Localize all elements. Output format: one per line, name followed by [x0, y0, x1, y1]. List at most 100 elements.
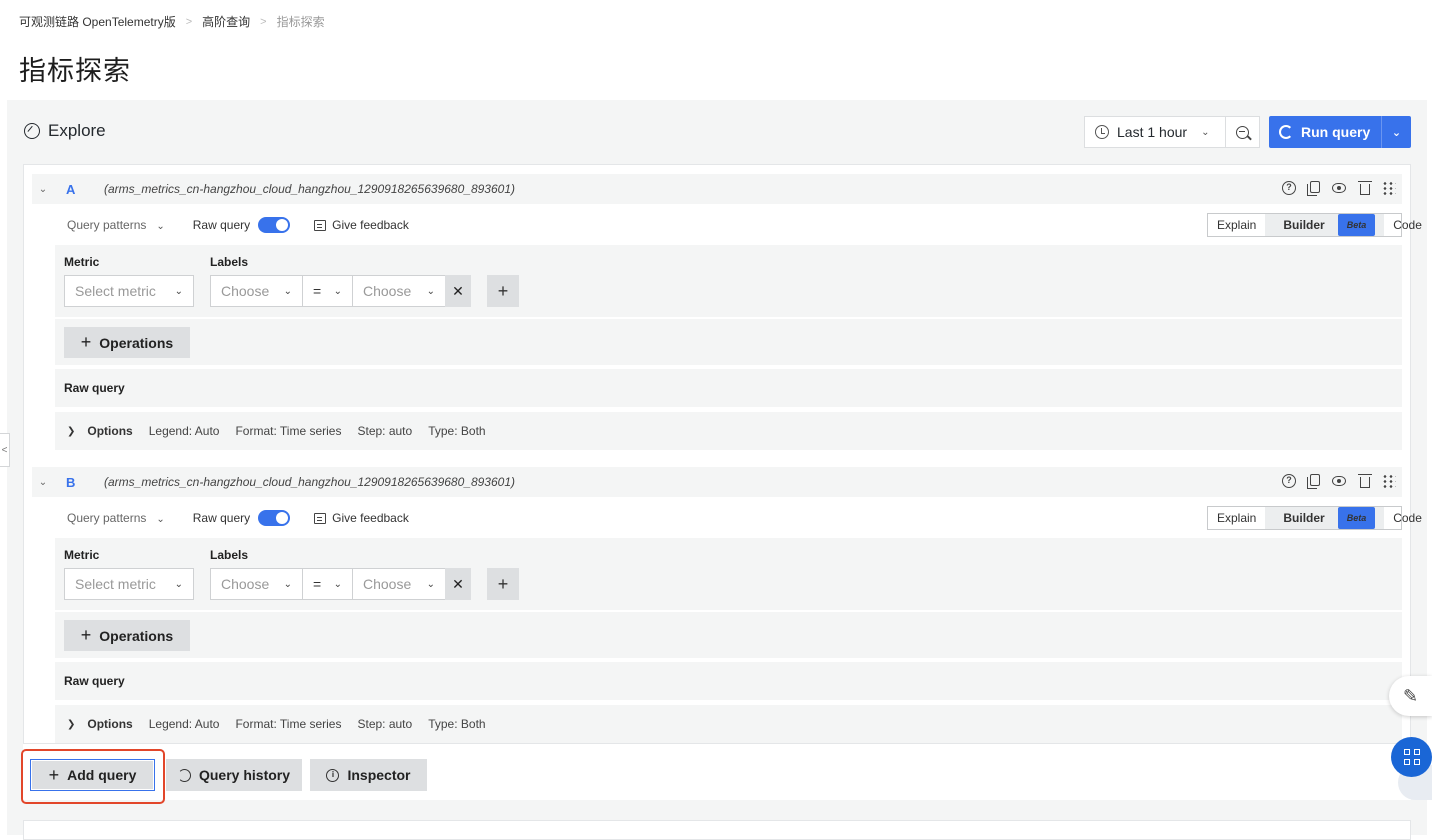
raw-query-section-a: Raw query — [55, 369, 1402, 407]
raw-query-section-b: Raw query — [55, 662, 1402, 700]
metric-select[interactable]: Select metric ⌄ — [64, 275, 194, 307]
options-title: Options — [87, 717, 133, 731]
edit-floating-button[interactable]: ✎ — [1389, 676, 1432, 716]
give-feedback-link[interactable]: Give feedback — [332, 218, 409, 232]
breadcrumb-item-current: 指标探索 — [276, 15, 325, 29]
eye-icon[interactable] — [1332, 183, 1346, 193]
mode-builder[interactable]: Builder Beta — [1265, 507, 1385, 529]
zoom-out-button[interactable] — [1226, 116, 1260, 148]
copy-icon[interactable] — [1307, 181, 1320, 196]
drag-icon[interactable] — [1382, 474, 1396, 488]
raw-query-switch[interactable] — [258, 217, 291, 233]
collapse-chevron-icon[interactable]: ⌄ — [32, 477, 54, 488]
zoom-out-icon — [1236, 125, 1249, 139]
highlight-box — [21, 749, 165, 804]
help-icon[interactable]: ? — [1282, 181, 1296, 195]
mode-builder-label: Builder — [1283, 218, 1325, 232]
metric-select[interactable]: Select metric ⌄ — [64, 568, 194, 600]
labels-label: Labels — [210, 548, 249, 562]
mode-explain[interactable]: Explain — [1208, 214, 1265, 236]
give-feedback-link[interactable]: Give feedback — [332, 511, 409, 525]
chevron-down-icon: ⌄ — [426, 285, 435, 297]
add-label-button[interactable]: + — [487, 275, 519, 307]
remove-label-button[interactable]: ✕ — [445, 568, 471, 600]
query-patterns-select[interactable]: Query patterns ⌄ — [67, 218, 165, 232]
operations-label: Operations — [99, 334, 174, 351]
plus-icon: + — [80, 625, 92, 645]
label-key-placeholder: Choose — [221, 576, 270, 592]
mode-code[interactable]: Code — [1384, 507, 1431, 529]
chevron-down-icon: ⌄ — [156, 221, 165, 232]
raw-query-toggle-label: Raw query — [192, 218, 251, 232]
query-actions: ? — [1282, 474, 1396, 489]
collapse-chevron-icon[interactable]: ⌄ — [32, 184, 54, 195]
help-icon[interactable]: ? — [1282, 474, 1296, 488]
raw-query-toggle-label: Raw query — [192, 511, 251, 525]
query-history-label: Query history — [198, 767, 291, 783]
query-letter[interactable]: B — [54, 475, 104, 490]
trash-icon[interactable] — [1358, 181, 1372, 195]
sidebar-collapse-tab[interactable]: < — [0, 433, 10, 467]
query-letter[interactable]: A — [54, 182, 104, 197]
type-option: Type: Both — [428, 424, 486, 438]
clock-icon — [1095, 125, 1109, 139]
legend-option: Legend: Auto — [148, 424, 220, 438]
mode-code[interactable]: Code — [1384, 214, 1431, 236]
chevron-down-icon: ⌄ — [156, 514, 165, 525]
trash-icon[interactable] — [1358, 474, 1372, 488]
label-value-select[interactable]: Choose ⌄ — [352, 568, 446, 600]
mode-explain[interactable]: Explain — [1208, 507, 1265, 529]
plus-icon: + — [497, 573, 509, 594]
top-header: 可观测链路 OpenTelemetry版 > 高阶查询 > 指标探索 指标探索 — [0, 0, 1432, 100]
mode-builder[interactable]: Builder Beta — [1265, 214, 1385, 236]
grid-icon — [1403, 749, 1420, 765]
inspector-button[interactable]: i Inspector — [310, 759, 427, 791]
raw-query-switch[interactable] — [258, 510, 291, 526]
copy-icon[interactable] — [1307, 474, 1320, 489]
breadcrumb-item-advanced-query[interactable]: 高阶查询 — [202, 13, 250, 30]
time-range-picker[interactable]: Last 1 hour ⌄ — [1084, 116, 1226, 148]
metric-placeholder: Select metric — [75, 283, 156, 299]
chevron-down-icon: ⌄ — [283, 285, 292, 297]
operator-select[interactable]: = ⌄ — [302, 275, 353, 307]
page-title: 指标探索 — [19, 56, 131, 86]
label-value-select[interactable]: Choose ⌄ — [352, 275, 446, 307]
info-icon: i — [326, 768, 340, 782]
remove-label-button[interactable]: ✕ — [445, 275, 471, 307]
label-key-select[interactable]: Choose ⌄ — [210, 568, 303, 600]
labels-label: Labels — [210, 255, 249, 269]
drag-icon[interactable] — [1382, 181, 1396, 195]
time-range-label: Last 1 hour — [1117, 124, 1188, 140]
label-key-placeholder: Choose — [221, 283, 270, 299]
add-label-button[interactable]: + — [487, 568, 519, 600]
results-panel — [23, 820, 1411, 840]
datasource-name: (arms_metrics_cn-hangzhou_cloud_hangzhou… — [104, 182, 515, 196]
options-row-a[interactable]: ❯ Options Legend: Auto Format: Time seri… — [55, 412, 1402, 450]
options-row-b[interactable]: ❯ Options Legend: Auto Format: Time seri… — [55, 705, 1402, 743]
query-patterns-select[interactable]: Query patterns ⌄ — [67, 511, 165, 525]
breadcrumb-item-app[interactable]: 可观测链路 OpenTelemetry版 — [19, 13, 176, 30]
query-row-header-a[interactable]: ⌄ A (arms_metrics_cn-hangzhou_cloud_hang… — [32, 174, 1402, 204]
beta-badge: Beta — [1337, 507, 1376, 529]
label-key-select[interactable]: Choose ⌄ — [210, 275, 303, 307]
run-query-button[interactable]: Run query ⌄ — [1269, 116, 1411, 148]
query-row-header-b[interactable]: ⌄ B (arms_metrics_cn-hangzhou_cloud_hang… — [32, 467, 1402, 497]
operations-section-b: + Operations — [55, 612, 1402, 658]
apps-floating-button[interactable] — [1391, 737, 1432, 777]
editor-mode-switch: Explain Builder Beta Code — [1207, 506, 1422, 530]
chevron-down-icon: ⌄ — [283, 578, 292, 590]
query-history-button[interactable]: Query history — [166, 759, 302, 791]
plus-icon: + — [497, 280, 509, 301]
operations-section-a: + Operations — [55, 319, 1402, 365]
chevron-down-icon: ⌄ — [333, 578, 342, 590]
run-query-dropdown[interactable]: ⌄ — [1381, 116, 1411, 148]
eye-icon[interactable] — [1332, 476, 1346, 486]
operator-select[interactable]: = ⌄ — [302, 568, 353, 600]
edit-icon: ✎ — [1402, 685, 1419, 706]
metric-builder-b: Metric Labels Select metric ⌄ Choose ⌄ = ⌄ … — [55, 538, 1402, 610]
explore-header: Explore — [24, 121, 106, 141]
operations-button[interactable]: + Operations — [64, 327, 190, 358]
mode-builder-label: Builder — [1283, 511, 1325, 525]
operations-button[interactable]: + Operations — [64, 620, 190, 651]
chevron-down-icon: ⌄ — [333, 285, 342, 297]
